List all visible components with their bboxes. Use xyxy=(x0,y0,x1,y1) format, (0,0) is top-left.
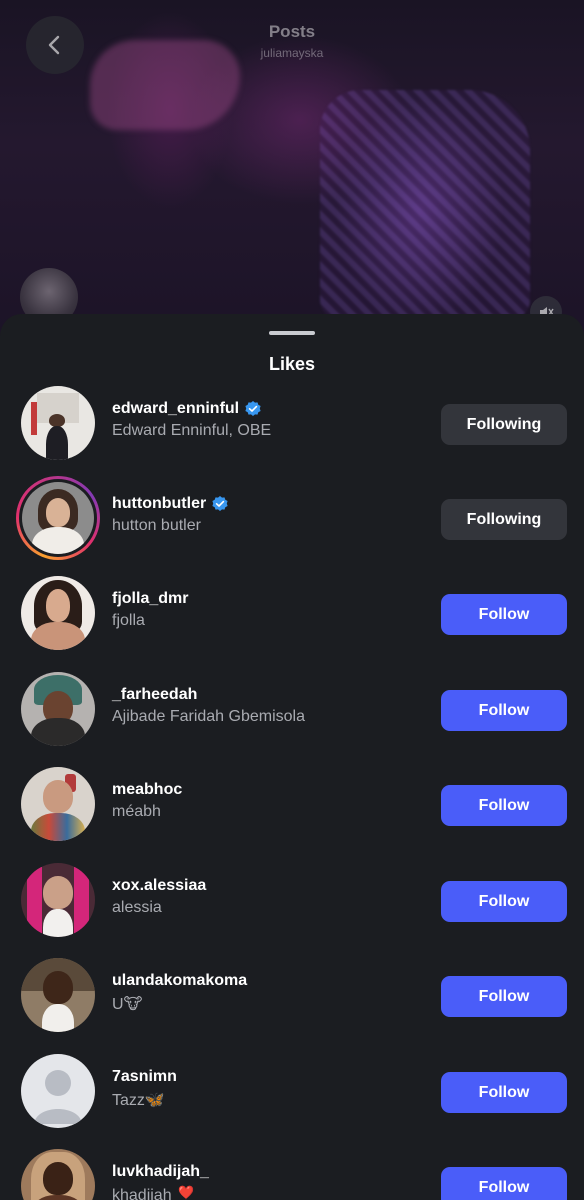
username[interactable]: xox.alessiaa xyxy=(112,877,206,895)
post-image-detail xyxy=(320,90,530,320)
avatar[interactable] xyxy=(21,958,95,1032)
verified-badge-icon xyxy=(245,401,261,416)
user-names: huttonbutler hutton butler xyxy=(112,494,432,535)
avatar[interactable] xyxy=(21,386,95,460)
avatar[interactable] xyxy=(21,863,95,937)
follow-button[interactable]: Follow xyxy=(441,690,567,731)
full-name: khadijah ❣️ xyxy=(112,1187,196,1200)
list-item[interactable]: edward_enninful Edward Enninful, OBE Fol… xyxy=(0,376,584,471)
page-title: Posts xyxy=(268,22,316,41)
list-item[interactable]: xox.alessiaa alessia Follow xyxy=(0,853,584,948)
list-item[interactable]: fjolla_dmr fjolla Follow xyxy=(0,566,584,661)
follow-button[interactable]: Follow xyxy=(441,1072,567,1113)
list-item[interactable]: _farheedah Ajibade Faridah Gbemisola Fol… xyxy=(0,662,584,757)
avatar[interactable] xyxy=(21,767,95,841)
follow-button[interactable]: Follow xyxy=(441,1167,567,1200)
user-names: luvkhadijah_ khadijah ❣️ xyxy=(112,1162,432,1200)
post-header: Posts juliamayska xyxy=(0,22,584,60)
verified-badge-icon xyxy=(212,496,228,511)
full-name: U🐮 xyxy=(112,996,143,1013)
username[interactable]: luvkhadijah_ xyxy=(112,1163,209,1181)
user-names: 7asnimn Tazz🦋 xyxy=(112,1067,432,1110)
likes-sheet: Likes edward_enninful Edward Enninful, O… xyxy=(0,314,584,1200)
following-button[interactable]: Following xyxy=(441,404,567,445)
follow-button[interactable]: Follow xyxy=(441,976,567,1017)
sheet-drag-handle[interactable] xyxy=(269,331,315,335)
avatar[interactable] xyxy=(21,576,95,650)
list-item[interactable]: 7asnimn Tazz🦋 Follow xyxy=(0,1044,584,1139)
list-item[interactable]: huttonbutler hutton butler Following xyxy=(0,471,584,566)
username[interactable]: _farheedah xyxy=(112,686,197,704)
avatar[interactable] xyxy=(21,1149,95,1200)
full-name: hutton butler xyxy=(112,517,201,534)
full-name: Tazz🦋 xyxy=(112,1092,165,1109)
user-names: fjolla_dmr fjolla xyxy=(112,589,432,630)
full-name: Edward Enninful, OBE xyxy=(112,422,272,439)
avatar-story-ring[interactable] xyxy=(16,476,100,560)
username[interactable]: edward_enninful xyxy=(112,400,239,418)
sheet-title: Likes xyxy=(268,354,316,374)
follow-button[interactable]: Follow xyxy=(441,785,567,826)
user-names: edward_enninful Edward Enninful, OBE xyxy=(112,399,432,440)
user-names: _farheedah Ajibade Faridah Gbemisola xyxy=(112,685,432,726)
username[interactable]: huttonbutler xyxy=(112,495,206,513)
following-button[interactable]: Following xyxy=(441,499,567,540)
screen: Posts juliamayska Likes edward_enninful … xyxy=(0,0,584,1200)
username[interactable]: 7asnimn xyxy=(112,1068,177,1086)
username[interactable]: meabhoc xyxy=(112,781,182,799)
full-name: fjolla xyxy=(112,612,145,629)
username[interactable]: fjolla_dmr xyxy=(112,590,188,608)
list-item[interactable]: ulandakomakoma U🐮 Follow xyxy=(0,948,584,1043)
page-subtitle: juliamayska xyxy=(260,46,324,60)
avatar xyxy=(22,482,94,554)
user-names: xox.alessiaa alessia xyxy=(112,876,432,917)
username[interactable]: ulandakomakoma xyxy=(112,972,247,990)
user-names: ulandakomakoma U🐮 xyxy=(112,971,432,1014)
user-names: meabhoc méabh xyxy=(112,780,432,821)
list-item[interactable]: meabhoc méabh Follow xyxy=(0,757,584,852)
full-name: Ajibade Faridah Gbemisola xyxy=(112,708,305,725)
full-name: alessia xyxy=(112,899,162,916)
avatar[interactable] xyxy=(21,672,95,746)
full-name: méabh xyxy=(112,803,161,820)
avatar[interactable] xyxy=(21,1054,95,1128)
follow-button[interactable]: Follow xyxy=(441,881,567,922)
default-avatar-icon xyxy=(34,1070,82,1124)
follow-button[interactable]: Follow xyxy=(441,594,567,635)
list-item[interactable]: luvkhadijah_ khadijah ❣️ Follow xyxy=(0,1139,584,1200)
